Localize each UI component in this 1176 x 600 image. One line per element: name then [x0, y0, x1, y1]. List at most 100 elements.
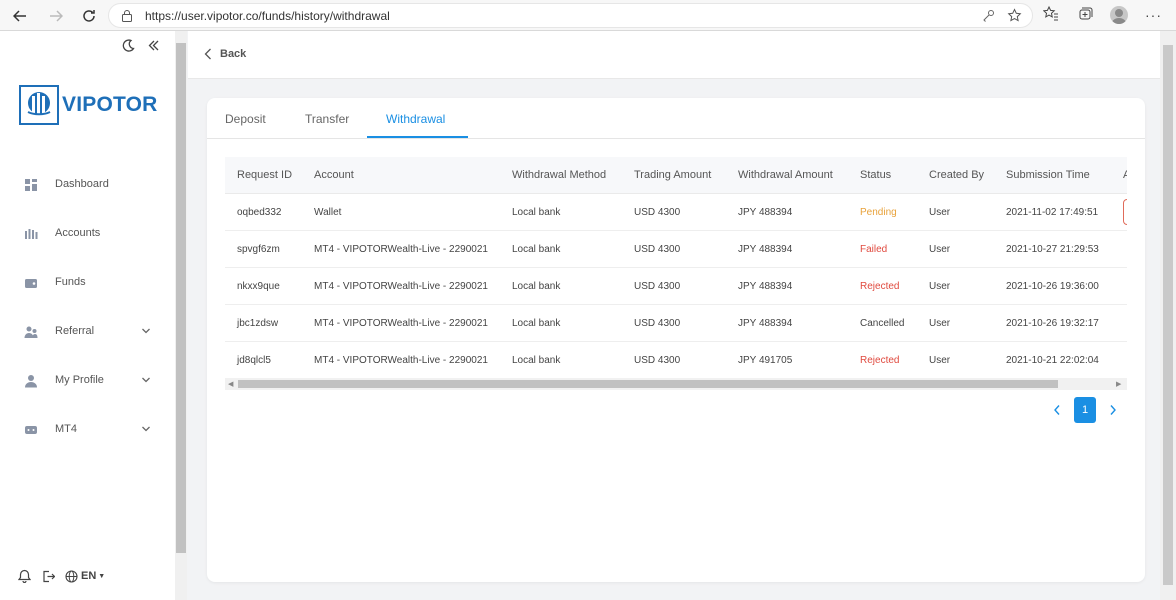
table-horizontal-scrollbar[interactable]: ◀ ▶	[225, 378, 1127, 390]
sidebar-item-accounts[interactable]: Accounts	[0, 214, 175, 254]
favorites-icon[interactable]	[1043, 5, 1059, 21]
key-icon[interactable]	[982, 9, 995, 22]
status-badge: Pending	[860, 207, 897, 218]
bell-icon[interactable]	[18, 569, 31, 583]
tab-withdrawal[interactable]: Withdrawal	[386, 112, 445, 126]
scroll-left-icon[interactable]: ◀	[228, 380, 233, 388]
table-row: oqbed332 Wallet Local bank USD 4300 JPY …	[225, 194, 1127, 231]
sidebar-item-dashboard[interactable]: Dashboard	[0, 165, 175, 205]
language-selector[interactable]: EN ▼	[65, 569, 105, 583]
dark-mode-icon[interactable]	[122, 39, 135, 52]
tab-deposit[interactable]: Deposit	[225, 112, 266, 126]
active-tab-indicator	[367, 136, 468, 138]
cell-account: Wallet	[314, 207, 342, 218]
chevron-down-icon	[142, 426, 150, 432]
more-options-icon[interactable]: ···	[1145, 7, 1162, 23]
sidebar-item-funds[interactable]: Funds	[0, 263, 175, 303]
cell-method: Local bank	[512, 355, 561, 366]
cell-withdrawal-amount: JPY 491705	[738, 355, 793, 366]
column-header: Submission Time	[1006, 169, 1090, 181]
cell-submission-time: 2021-10-26 19:32:17	[1006, 318, 1099, 329]
refresh-icon	[83, 10, 95, 22]
chevron-left-icon	[1054, 405, 1060, 415]
address-bar[interactable]: https://user.vipotor.co/funds/history/wi…	[108, 3, 1033, 28]
sidebar-scrollbar[interactable]	[175, 31, 187, 600]
sidebar-item-label: Referral	[55, 325, 95, 337]
column-header: Withdrawal Amount	[738, 169, 833, 181]
column-header: Created By	[929, 169, 985, 181]
logo[interactable]: VIPOTOR	[19, 85, 158, 125]
cell-trading-amount: USD 4300	[634, 207, 681, 218]
cell-request-id: nkxx9que	[237, 281, 280, 292]
user-icon	[25, 375, 37, 388]
logo-mark-icon	[19, 85, 59, 125]
accounts-icon	[25, 229, 38, 239]
cell-withdrawal-amount: JPY 488394	[738, 318, 793, 329]
logout-icon[interactable]	[42, 570, 55, 583]
cancel-request-button[interactable]	[1123, 199, 1127, 225]
collections-icon[interactable]	[1077, 5, 1093, 21]
column-header: Status	[860, 169, 892, 181]
cell-method: Local bank	[512, 318, 561, 329]
cell-account: MT4 - VIPOTORWealth-Live - 2290021	[314, 244, 488, 255]
profile-avatar[interactable]	[1110, 6, 1128, 24]
column-header: Request ID	[237, 169, 293, 181]
tab-transfer[interactable]: Transfer	[305, 112, 349, 126]
history-tabs: Deposit Transfer Withdrawal	[207, 98, 1145, 139]
back-button[interactable]: Back	[204, 48, 246, 60]
page-header: Back	[188, 31, 1160, 79]
cell-trading-amount: USD 4300	[634, 355, 681, 366]
browser-back-button[interactable]	[8, 4, 32, 28]
column-header: A	[1123, 169, 1127, 181]
chevron-left-icon	[204, 48, 211, 60]
sidebar-item-label: Funds	[55, 276, 86, 288]
sidebar-item-label: Accounts	[55, 227, 101, 239]
cell-submission-time: 2021-10-27 21:29:53	[1006, 244, 1099, 255]
next-page-button[interactable]	[1104, 398, 1122, 422]
cell-submission-time: 2021-11-02 17:49:51	[1006, 207, 1099, 218]
scroll-right-icon[interactable]: ▶	[1116, 380, 1121, 388]
cell-trading-amount: USD 4300	[634, 318, 681, 329]
cell-request-id: oqbed332	[237, 207, 282, 218]
globe-icon	[65, 569, 78, 583]
back-label: Back	[220, 48, 247, 60]
mt4-icon	[25, 426, 37, 434]
sidebar-item-my-profile[interactable]: My Profile	[0, 361, 175, 401]
status-badge: Rejected	[860, 281, 900, 292]
prev-page-button[interactable]	[1048, 398, 1066, 422]
page-scrollbar[interactable]	[1160, 31, 1176, 600]
table-row: spvgf6zm MT4 - VIPOTORWealth-Live - 2290…	[225, 231, 1127, 268]
cell-method: Local bank	[512, 244, 561, 255]
browser-forward-button[interactable]	[44, 4, 68, 28]
cell-trading-amount: USD 4300	[634, 244, 681, 255]
cell-method: Local bank	[512, 207, 561, 218]
cell-withdrawal-amount: JPY 488394	[738, 207, 793, 218]
address-url: https://user.vipotor.co/funds/history/wi…	[145, 9, 390, 23]
cell-withdrawal-amount: JPY 488394	[738, 244, 793, 255]
cell-method: Local bank	[512, 281, 561, 292]
withdrawal-table: Request ID Account Withdrawal Method Tra…	[225, 157, 1127, 389]
history-card: Deposit Transfer Withdrawal Request ID A…	[207, 98, 1145, 582]
cell-trading-amount: USD 4300	[634, 281, 681, 292]
cell-created-by: User	[929, 244, 951, 255]
chevron-right-icon	[1110, 405, 1116, 415]
dashboard-icon	[25, 179, 37, 191]
chevron-down-icon	[142, 377, 150, 383]
status-badge: Rejected	[860, 355, 900, 366]
sidebar-item-mt4[interactable]: MT4	[0, 410, 175, 450]
scrollbar-thumb[interactable]	[238, 380, 1058, 388]
cell-account: MT4 - VIPOTORWealth-Live - 2290021	[314, 318, 488, 329]
browser-refresh-button[interactable]	[77, 4, 101, 28]
browser-toolbar: https://user.vipotor.co/funds/history/wi…	[0, 0, 1176, 31]
language-label: EN	[81, 570, 97, 582]
sidebar-item-label: My Profile	[55, 374, 104, 386]
page-number-button[interactable]: 1	[1074, 397, 1096, 423]
table-row: nkxx9que MT4 - VIPOTORWealth-Live - 2290…	[225, 268, 1127, 305]
collapse-sidebar-icon[interactable]	[147, 39, 160, 52]
column-header: Withdrawal Method	[512, 169, 607, 181]
sidebar-item-referral[interactable]: Referral	[0, 312, 175, 352]
add-favorite-icon[interactable]	[1007, 8, 1022, 23]
chevron-down-icon	[142, 328, 150, 334]
cell-account: MT4 - VIPOTORWealth-Live - 2290021	[314, 355, 488, 366]
table-row: jd8qlcl5 MT4 - VIPOTORWealth-Live - 2290…	[225, 342, 1127, 379]
